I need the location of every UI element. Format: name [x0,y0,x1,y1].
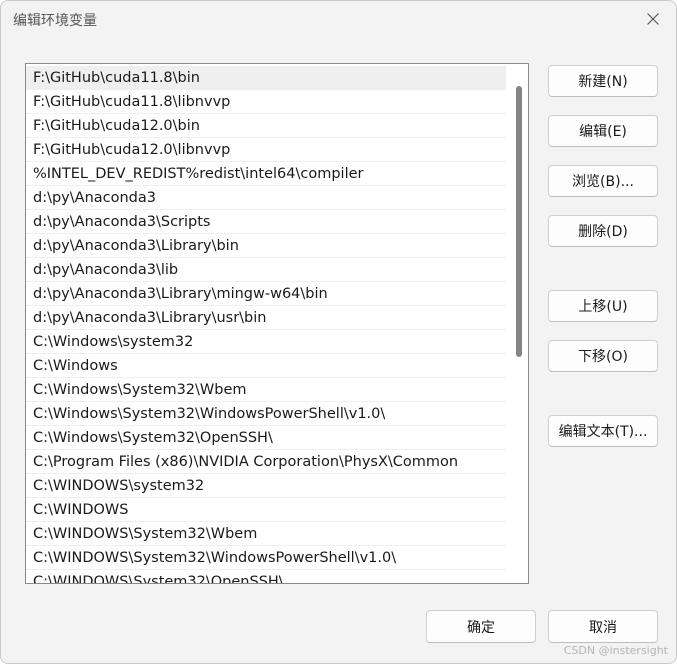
move-up-button[interactable]: 上移(U) [548,290,658,322]
delete-button[interactable]: 删除(D) [548,215,658,247]
cancel-button[interactable]: 取消 [548,610,658,643]
path-list-item[interactable]: C:\WINDOWS [26,498,506,522]
path-list-item[interactable]: C:\Windows\System32\Wbem [26,378,506,402]
edit-env-var-dialog: 编辑环境变量 F:\GitHub\cuda11.8\bin F:\GitHub\c… [0,0,677,664]
new-button[interactable]: 新建(N) [548,65,658,97]
move-down-button[interactable]: 下移(O) [548,340,658,372]
watermark: CSDN @instersight [563,644,668,657]
close-button[interactable] [640,7,666,31]
title-bar: 编辑环境变量 [1,1,676,37]
path-list-item[interactable]: C:\WINDOWS\System32\OpenSSH\ [26,570,506,583]
path-list-item[interactable]: C:\Program Files (x86)\NVIDIA Corporatio… [26,450,506,474]
vertical-scrollbar[interactable] [508,64,528,583]
path-list-item[interactable]: C:\WINDOWS\System32\Wbem [26,522,506,546]
path-list-item[interactable]: d:\py\Anaconda3\lib [26,258,506,282]
edit-button[interactable]: 编辑(E) [548,115,658,147]
path-list-item[interactable]: C:\WINDOWS\System32\WindowsPowerShell\v1… [26,546,506,570]
path-list-item[interactable]: C:\Windows [26,354,506,378]
path-list[interactable]: F:\GitHub\cuda11.8\bin F:\GitHub\cuda11.8… [25,63,529,584]
path-list-item[interactable]: d:\py\Anaconda3 [26,186,506,210]
path-list-rows: F:\GitHub\cuda11.8\bin F:\GitHub\cuda11.8… [26,66,506,583]
path-list-item[interactable]: d:\py\Anaconda3\Library\bin [26,234,506,258]
path-list-item[interactable]: d:\py\Anaconda3\Library\usr\bin [26,306,506,330]
path-list-item[interactable]: d:\py\Anaconda3\Scripts [26,210,506,234]
close-icon [647,13,659,25]
path-list-item[interactable]: F:\GitHub\cuda11.8\libnvvp [26,90,506,114]
path-list-item[interactable]: F:\GitHub\cuda11.8\bin [26,66,506,90]
edit-text-button[interactable]: 编辑文本(T)... [548,415,658,447]
path-list-item[interactable]: C:\WINDOWS\system32 [26,474,506,498]
path-list-item[interactable]: C:\Windows\System32\OpenSSH\ [26,426,506,450]
path-list-item[interactable]: F:\GitHub\cuda12.0\libnvvp [26,138,506,162]
path-list-item[interactable]: d:\py\Anaconda3\Library\mingw-w64\bin [26,282,506,306]
path-list-item[interactable]: %INTEL_DEV_REDIST%redist\intel64\compile… [26,162,506,186]
dialog-title: 编辑环境变量 [13,13,97,29]
scrollbar-thumb[interactable] [516,86,522,357]
ok-button[interactable]: 确定 [426,610,536,643]
path-list-item[interactable]: C:\Windows\System32\WindowsPowerShell\v1… [26,402,506,426]
path-list-item[interactable]: F:\GitHub\cuda12.0\bin [26,114,506,138]
path-list-item[interactable]: C:\Windows\system32 [26,330,506,354]
browse-button[interactable]: 浏览(B)... [548,165,658,197]
